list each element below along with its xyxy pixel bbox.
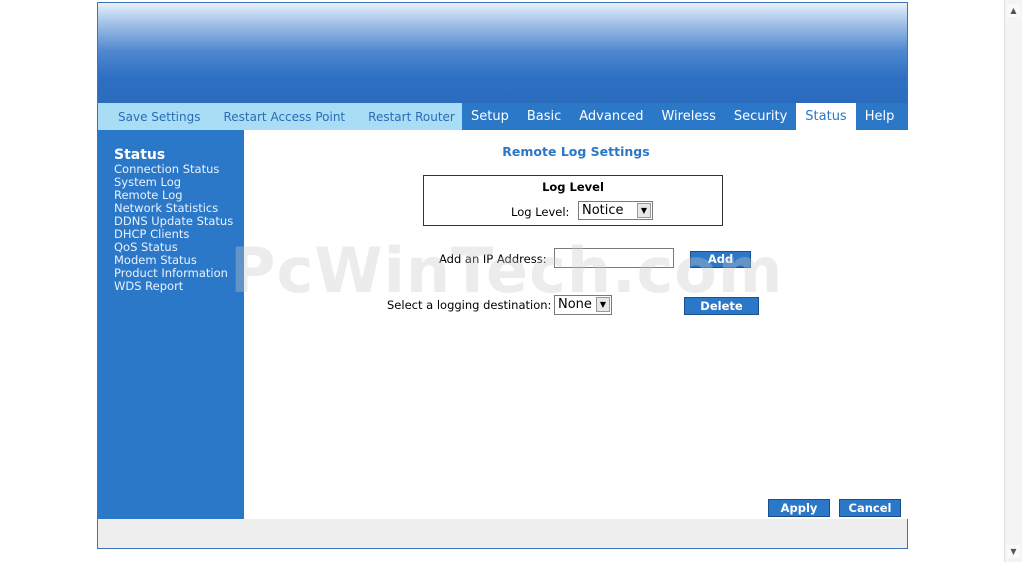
log-level-select[interactable]: Notice ▼ [578, 201, 653, 220]
tab-setup[interactable]: Setup [462, 103, 518, 130]
tab-status[interactable]: Status [796, 103, 856, 130]
page-title: Remote Log Settings [502, 144, 650, 159]
top-navigation: Save Settings Restart Access Point Resta… [98, 103, 907, 130]
ip-address-label: Add an IP Address: [439, 252, 547, 266]
logging-destination-selected: None [558, 297, 592, 312]
header-banner [98, 3, 907, 103]
utility-links: Save Settings Restart Access Point Resta… [98, 103, 462, 130]
delete-button[interactable]: Delete [684, 297, 759, 315]
tab-advanced[interactable]: Advanced [570, 103, 652, 130]
cancel-button[interactable]: Cancel [839, 499, 901, 517]
restart-access-point-link[interactable]: Restart Access Point [204, 110, 349, 124]
main-tabs: Setup Basic Advanced Wireless Security S… [462, 103, 903, 130]
sidebar-item-wds-report[interactable]: WDS Report [114, 280, 233, 293]
router-admin-frame: Save Settings Restart Access Point Resta… [97, 2, 908, 549]
scroll-down-arrow-icon[interactable]: ▼ [1007, 545, 1020, 558]
sidebar-title: Status [114, 147, 166, 163]
main-content: Remote Log Settings Log Level Log Level:… [244, 130, 908, 519]
log-level-panel: Log Level Log Level: Notice ▼ [423, 175, 723, 226]
chevron-down-icon: ▼ [637, 203, 651, 218]
log-level-heading: Log Level [542, 180, 604, 194]
apply-button[interactable]: Apply [768, 499, 830, 517]
logging-destination-label: Select a logging destination: [387, 298, 552, 312]
logging-destination-select[interactable]: None ▼ [554, 295, 612, 315]
ip-address-input[interactable] [554, 248, 674, 268]
scrollbar[interactable]: ▲ ▼ [1004, 0, 1022, 562]
tab-security[interactable]: Security [725, 103, 796, 130]
tab-wireless[interactable]: Wireless [652, 103, 724, 130]
tab-basic[interactable]: Basic [518, 103, 570, 130]
add-button[interactable]: Add [690, 251, 751, 268]
tab-help[interactable]: Help [856, 103, 904, 130]
scroll-up-arrow-icon[interactable]: ▲ [1007, 4, 1020, 17]
sidebar: Status Connection Status System Log Remo… [98, 130, 244, 519]
log-level-label: Log Level: [511, 205, 570, 219]
sidebar-menu: Connection Status System Log Remote Log … [114, 163, 233, 293]
chevron-down-icon: ▼ [596, 297, 610, 312]
save-settings-link[interactable]: Save Settings [98, 110, 204, 124]
log-level-selected: Notice [582, 203, 624, 218]
restart-router-link[interactable]: Restart Router [348, 110, 458, 124]
